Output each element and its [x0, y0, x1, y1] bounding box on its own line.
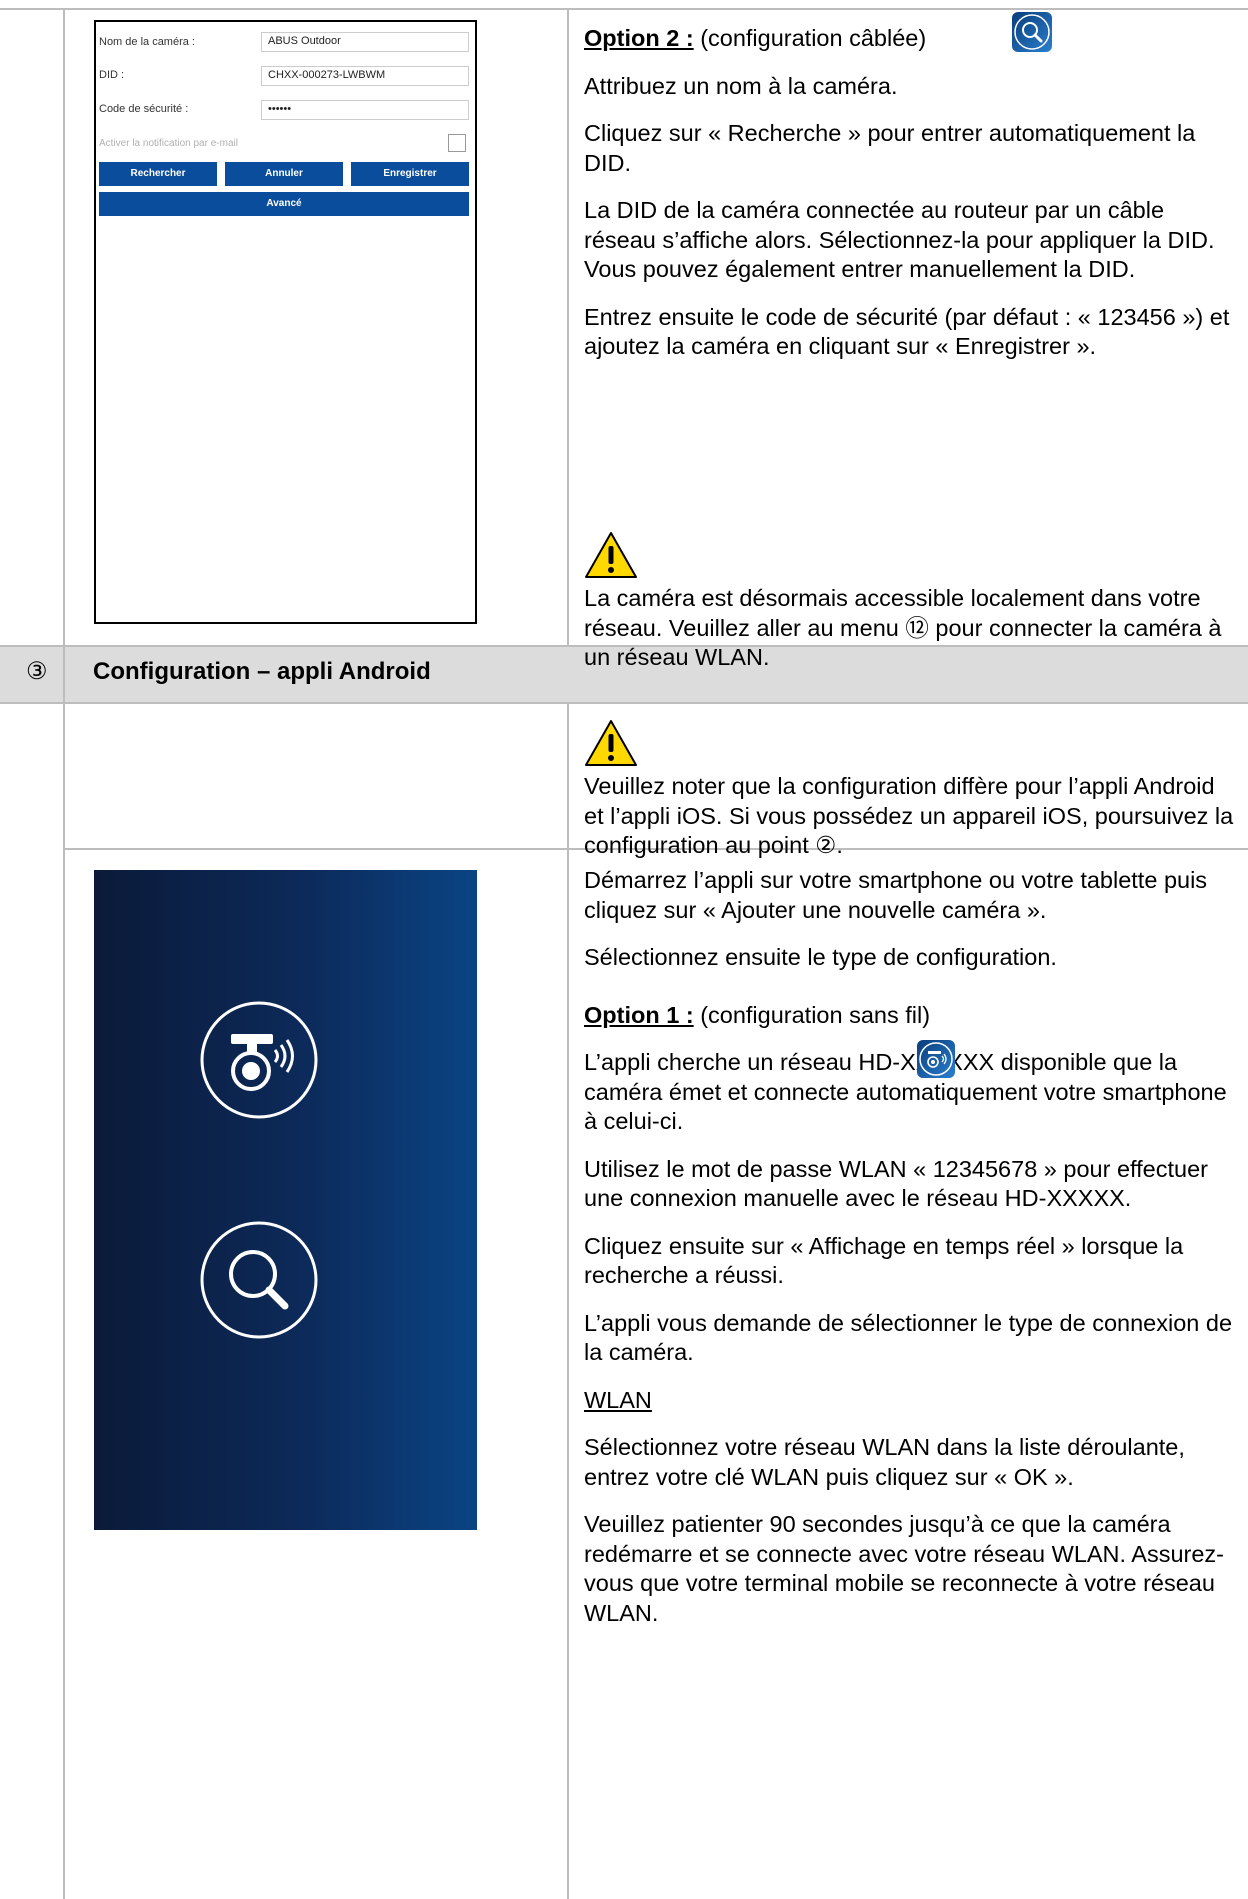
warning-icon	[585, 720, 637, 766]
email-notification-label: Activer la notification par e-mail	[99, 138, 238, 149]
option2-paragraph-1: Attribuez un nom à la caméra.	[584, 72, 898, 99]
warning-icon	[585, 532, 637, 578]
security-code-label: Code de sécurité :	[99, 103, 189, 115]
phone-screenshot-camera-form: Nom de la caméra : ABUS Outdoor DID : CH…	[94, 20, 477, 624]
app-setup-type-screenshot	[94, 870, 477, 1530]
column-divider-2	[567, 8, 569, 646]
android-paragraph-5: Cliquez ensuite sur « Affichage en temps…	[584, 1232, 1184, 1289]
android-paragraph-6: L’appli vous demande de sélectionner le …	[584, 1309, 1233, 1366]
android-text-block: Démarrez l’appli sur votre smartphone ou…	[584, 866, 1234, 1646]
option2-text-block: Option 2 : (configuration câblée) Attrib…	[584, 24, 1234, 380]
section-row-bottom-border	[0, 702, 1248, 704]
wired-search-icon[interactable]	[199, 1220, 319, 1340]
option2-paragraph-4: Entrez ensuite le code de sécurité (par …	[584, 303, 1230, 360]
wireless-camera-icon[interactable]	[199, 1000, 319, 1120]
did-label: DID :	[99, 69, 125, 81]
android-paragraph-3: L’appli cherche un réseau HD-XXXXXX disp…	[584, 1049, 1227, 1134]
option2-paragraph-2: Cliquez sur « Recherche » pour entrer au…	[584, 120, 1196, 176]
table-top-border	[0, 8, 1248, 10]
android-paragraph-2: Sélectionnez ensuite le type de configur…	[584, 944, 1057, 970]
did-field[interactable]: CHXX-000273-LWBWM	[261, 66, 469, 86]
section-number: ③	[26, 658, 48, 685]
section-row-divider	[63, 646, 65, 702]
search-button[interactable]: Rechercher	[99, 162, 217, 186]
option2-paragraph-3: La DID de la caméra connectée au routeur…	[584, 197, 1215, 282]
wireless-camera-icon-small	[917, 1040, 955, 1078]
email-notification-checkbox[interactable]	[448, 134, 466, 152]
ios-note-text: Veuillez noter que la configuration diff…	[584, 773, 1234, 858]
cancel-button[interactable]: Annuler	[225, 162, 343, 186]
advanced-button[interactable]: Avancé	[99, 192, 469, 216]
section-title: Configuration – appli Android	[93, 658, 431, 685]
option2-subtitle: (configuration câblée)	[700, 25, 927, 51]
camera-name-field[interactable]: ABUS Outdoor	[261, 32, 469, 52]
option1-subtitle: (configuration sans fil)	[700, 1001, 931, 1028]
option1-heading: Option 1 : (configuration sans fil)	[584, 1001, 1234, 1031]
column-divider-2b	[567, 702, 569, 1899]
search-icon	[1012, 12, 1052, 52]
option2-heading: Option 2 : (configuration câblée)	[584, 24, 1234, 54]
option2-title: Option 2 :	[584, 25, 694, 51]
android-paragraph-8: Veuillez patienter 90 secondes jusqu’à c…	[584, 1511, 1225, 1626]
android-paragraph-4: Utilisez le mot de passe WLAN « 12345678…	[584, 1155, 1208, 1212]
option1-title: Option 1 :	[584, 1001, 694, 1028]
android-paragraph-7: Sélectionnez votre réseau WLAN dans la l…	[584, 1434, 1185, 1490]
save-button[interactable]: Enregistrer	[351, 162, 469, 186]
wlan-heading: WLAN	[584, 1386, 652, 1413]
camera-name-label: Nom de la caméra :	[99, 36, 195, 48]
option2-paragraph-5: La caméra est désormais accessible local…	[584, 585, 1222, 670]
android-paragraph-1: Démarrez l’appli sur votre smartphone ou…	[584, 867, 1208, 923]
security-code-field[interactable]: ••••••	[261, 100, 469, 120]
column-divider-1	[63, 8, 65, 1899]
